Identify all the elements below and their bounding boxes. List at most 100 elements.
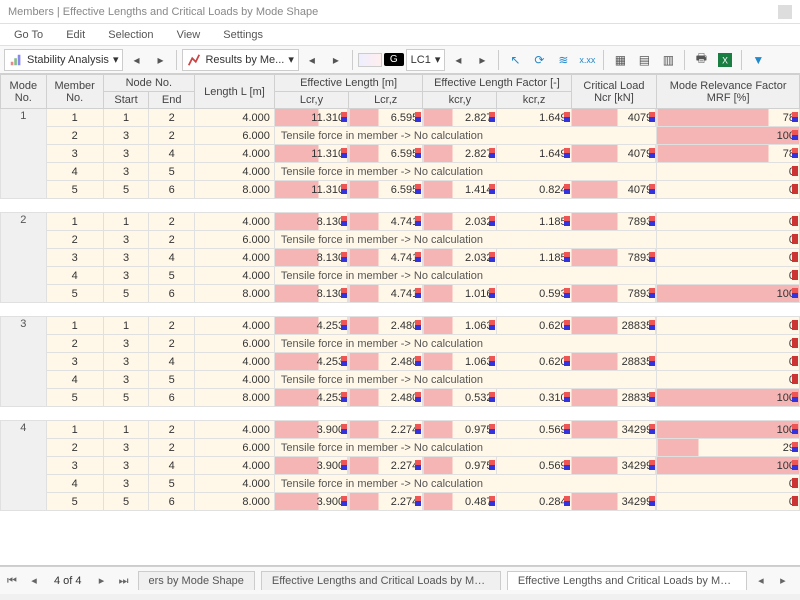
cell[interactable]: 4.253 (274, 353, 348, 371)
cell[interactable]: 29 (657, 439, 800, 457)
cell[interactable]: 0 (657, 371, 800, 389)
cell[interactable]: 0.487 (423, 493, 497, 511)
cell[interactable]: 0 (657, 353, 800, 371)
cell[interactable]: 4.000 (195, 353, 275, 371)
cell[interactable]: 0.824 (497, 181, 571, 199)
cell[interactable]: 3 (103, 163, 149, 181)
cell[interactable]: 3 (103, 145, 149, 163)
cell[interactable]: 2.032 (423, 249, 497, 267)
cell[interactable]: 3 (103, 267, 149, 285)
cell[interactable]: 4.741 (349, 213, 423, 231)
cell[interactable]: 1.649 (497, 145, 571, 163)
cell[interactable]: 78 (657, 109, 800, 127)
menu-view[interactable]: View (167, 24, 211, 46)
cell[interactable]: 3 (103, 439, 149, 457)
header-start[interactable]: Start (103, 92, 149, 109)
table-row[interactable]: 2326.000Tensile force in member -> No ca… (1, 231, 800, 249)
cell[interactable]: 4.253 (274, 317, 348, 335)
cell[interactable]: 1 (46, 213, 103, 231)
tab-by-mode-shape[interactable]: Effective Lengths and Critical Loads by … (507, 571, 747, 590)
table-row[interactable]: 4354.000Tensile force in member -> No ca… (1, 267, 800, 285)
table-row[interactable]: 3344.00011.3106.5952.8271.649407978 (1, 145, 800, 163)
print-icon[interactable]: 🖶 (690, 49, 712, 71)
header-mode[interactable]: Mode No. (1, 75, 47, 109)
cell[interactable]: 28835 (571, 317, 657, 335)
cell[interactable]: 34299 (571, 457, 657, 475)
prev-button[interactable]: ◂ (447, 49, 469, 71)
cell[interactable]: 7893 (571, 213, 657, 231)
cell[interactable]: 0.532 (423, 389, 497, 407)
cell[interactable]: 5 (149, 267, 195, 285)
cell[interactable]: 8.130 (274, 285, 348, 303)
mode-cell[interactable]: 3 (1, 317, 47, 407)
cell[interactable]: 3 (103, 249, 149, 267)
cell[interactable]: 3.900 (274, 493, 348, 511)
cell[interactable]: 3 (103, 457, 149, 475)
cell[interactable]: 0.310 (497, 389, 571, 407)
tab-by-member[interactable]: Effective Lengths and Critical Loads by … (261, 571, 501, 590)
cell[interactable]: 2 (149, 421, 195, 439)
cell[interactable]: 4.741 (349, 249, 423, 267)
cell[interactable]: 5 (149, 475, 195, 493)
cell[interactable]: 4079 (571, 181, 657, 199)
cell[interactable]: 5 (103, 389, 149, 407)
cell[interactable]: 11.310 (274, 145, 348, 163)
cell[interactable]: 3 (103, 335, 149, 353)
table-row[interactable]: 5568.0004.2532.4800.5320.31028835100 (1, 389, 800, 407)
table-row[interactable]: 2326.000Tensile force in member -> No ca… (1, 335, 800, 353)
cell[interactable]: 4.000 (195, 109, 275, 127)
cell[interactable]: 2.274 (349, 493, 423, 511)
scroll-right-button[interactable]: ▸ (775, 573, 791, 589)
cell[interactable]: 4.000 (195, 163, 275, 181)
cell[interactable]: 1 (103, 317, 149, 335)
tensile-cell[interactable]: Tensile force in member -> No calculatio… (274, 371, 656, 389)
tensile-cell[interactable]: Tensile force in member -> No calculatio… (274, 127, 656, 145)
cell[interactable]: 4 (149, 457, 195, 475)
prev-page-button[interactable]: ◂ (26, 573, 42, 589)
cell[interactable]: 4.000 (195, 249, 275, 267)
cell[interactable]: 1 (46, 317, 103, 335)
cell[interactable]: 5 (46, 285, 103, 303)
stability-combo[interactable]: Stability Analysis ▾ (4, 49, 123, 71)
header-end[interactable]: End (149, 92, 195, 109)
cell[interactable]: 1 (103, 213, 149, 231)
cell[interactable]: 0.620 (497, 353, 571, 371)
cell[interactable]: 1.649 (497, 109, 571, 127)
cell[interactable]: 2 (149, 231, 195, 249)
table-icon[interactable]: ▤ (633, 49, 655, 71)
cell[interactable]: 2.480 (349, 317, 423, 335)
cell[interactable]: 6.000 (195, 335, 275, 353)
cell[interactable]: 0 (657, 335, 800, 353)
cell[interactable]: 6.000 (195, 127, 275, 145)
cell[interactable]: 4.000 (195, 371, 275, 389)
close-icon[interactable] (778, 5, 792, 19)
cell[interactable]: 1 (103, 109, 149, 127)
cell[interactable]: 3 (103, 371, 149, 389)
header-lcrz[interactable]: Lcr,z (349, 92, 423, 109)
cell[interactable]: 2.480 (349, 353, 423, 371)
table-row[interactable]: 3344.0004.2532.4801.0630.620288350 (1, 353, 800, 371)
cell[interactable]: 0 (657, 493, 800, 511)
cell[interactable]: 2.274 (349, 457, 423, 475)
cell[interactable]: 1.063 (423, 353, 497, 371)
scroll-left-button[interactable]: ◂ (753, 573, 769, 589)
table-row[interactable]: 3344.0008.1304.7412.0321.18578930 (1, 249, 800, 267)
cell[interactable]: 1 (46, 421, 103, 439)
cell[interactable]: 2 (46, 335, 103, 353)
cell[interactable]: 4.253 (274, 389, 348, 407)
cell[interactable]: 2 (149, 335, 195, 353)
cell[interactable]: 1.185 (497, 213, 571, 231)
cell[interactable]: 100 (657, 389, 800, 407)
cell[interactable]: 2.032 (423, 213, 497, 231)
cell[interactable]: 78 (657, 145, 800, 163)
table-row[interactable]: 4354.000Tensile force in member -> No ca… (1, 475, 800, 493)
next-button[interactable]: ▸ (471, 49, 493, 71)
grid-icon[interactable]: ▦ (609, 49, 631, 71)
cell[interactable]: 6.595 (349, 181, 423, 199)
data-grid[interactable]: Mode No. Member No. Node No. Length L [m… (0, 74, 800, 566)
cell[interactable]: 2 (46, 439, 103, 457)
cell[interactable]: 0 (657, 213, 800, 231)
prev-button[interactable]: ◂ (301, 49, 323, 71)
header-length[interactable]: Length L [m] (195, 75, 275, 109)
table-row[interactable]: 41124.0003.9002.2740.9750.56934299100 (1, 421, 800, 439)
